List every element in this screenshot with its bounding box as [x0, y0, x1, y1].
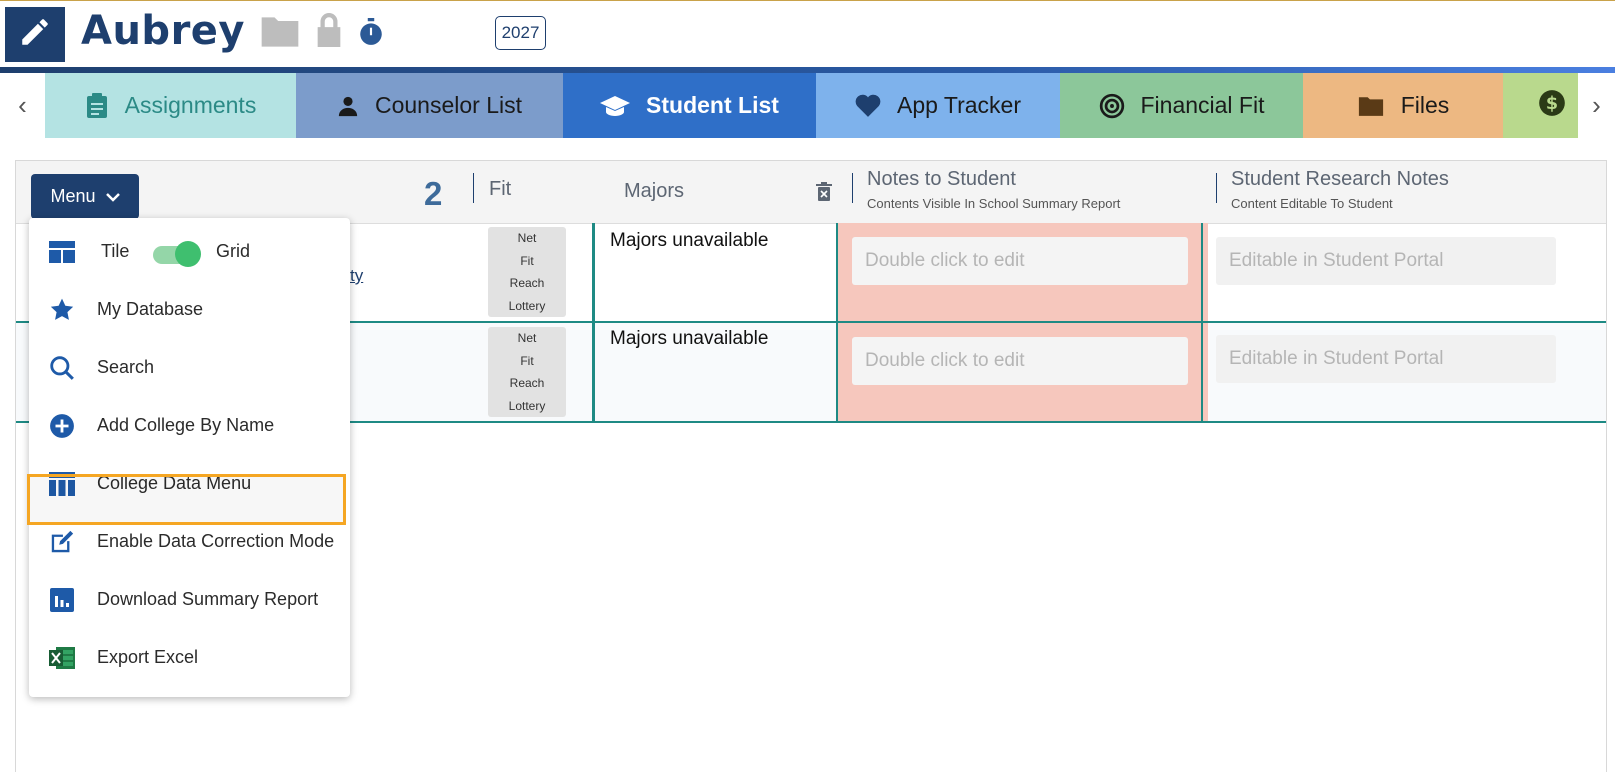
menu-button[interactable]: Menu — [31, 174, 139, 219]
star-icon — [49, 297, 75, 323]
menu-item-add-college-by-name[interactable]: Add College By Name — [29, 401, 350, 451]
majors-column-header: Majors — [624, 180, 685, 202]
graduation-cap-icon — [600, 94, 631, 118]
column-border — [592, 223, 595, 321]
highlight-box — [27, 474, 346, 525]
plus-circle-icon — [49, 413, 75, 439]
fit-option-reach[interactable]: Reach — [488, 372, 566, 395]
svg-text:$: $ — [1546, 93, 1558, 113]
heart-icon — [855, 94, 881, 118]
fit-option-net[interactable]: Net — [488, 327, 566, 350]
column-border — [592, 323, 595, 421]
notes-to-student-input[interactable]: Double click to edit — [852, 237, 1188, 285]
fit-selector: Net Fit Reach Lottery — [488, 327, 566, 417]
grid-label: Grid — [216, 241, 251, 261]
tab-label: Financial Fit — [1140, 92, 1265, 118]
menu-item-label: Export Excel — [97, 647, 199, 667]
tab-app-tracker[interactable]: App Tracker — [816, 73, 1060, 138]
tab-student-list[interactable]: Student List — [563, 73, 816, 138]
column-divider — [473, 173, 474, 203]
menu-item-export-excel[interactable]: Export Excel — [29, 633, 350, 683]
notes-cell: Double click to edit — [838, 323, 1208, 421]
chevron-right-icon: › — [1592, 90, 1601, 120]
grid-header: Menu 2 Fit Majors Notes to Student Conte… — [16, 161, 1606, 224]
notes-to-student-input[interactable]: Double click to edit — [852, 337, 1188, 385]
fit-option-fit[interactable]: Fit — [488, 350, 566, 373]
view-mode-toggle-knob[interactable] — [175, 241, 201, 267]
tab-label: Assignments — [124, 92, 257, 118]
column-divider — [852, 173, 853, 203]
class-year-badge[interactable]: 2027 — [495, 16, 546, 50]
fit-option-fit[interactable]: Fit — [488, 250, 566, 273]
menu-item-my-database[interactable]: My Database — [29, 285, 350, 335]
folder-icon[interactable] — [258, 13, 302, 56]
column-divider — [1216, 173, 1217, 203]
menu-dropdown: Tile Grid My Database Search Add College… — [29, 218, 350, 697]
pencil-icon — [18, 15, 52, 54]
tab-finances[interactable]: $ — [1503, 73, 1578, 138]
college-name-link[interactable]: ty — [350, 266, 363, 286]
tab-files[interactable]: Files — [1303, 73, 1503, 138]
menu-item-label: Search — [97, 357, 155, 377]
tab-bar: ‹ Assignments Counselor List Student Lis… — [0, 73, 1615, 138]
chevron-down-icon — [105, 192, 120, 202]
majors-value: Majors unavailable — [610, 230, 769, 251]
excel-icon — [49, 645, 75, 671]
tab-label: Student List — [646, 92, 779, 118]
research-column-header: Student Research Notes — [1231, 168, 1449, 190]
search-icon — [49, 355, 75, 381]
stopwatch-icon[interactable] — [358, 18, 384, 51]
notes-cell: Double click to edit — [838, 223, 1208, 321]
column-border — [1201, 323, 1203, 421]
menu-item-label: My Database — [97, 299, 204, 319]
tab-assignments[interactable]: Assignments — [45, 73, 296, 138]
clipboard-icon — [85, 92, 109, 119]
fit-column-header: Fit — [489, 178, 512, 200]
menu-item-label: Download Summary Report — [97, 589, 319, 609]
tab-label: Files — [1400, 92, 1450, 118]
student-name: Aubrey — [81, 8, 245, 54]
tab-financial-fit[interactable]: Financial Fit — [1060, 73, 1303, 138]
tab-label: Counselor List — [374, 92, 523, 118]
fit-option-lottery[interactable]: Lottery — [488, 395, 566, 418]
edit-student-button[interactable] — [5, 7, 65, 62]
menu-item-label: Add College By Name — [97, 415, 275, 435]
research-column-subheader: Content Editable To Student — [1231, 196, 1393, 211]
tab-counselor-list[interactable]: Counselor List — [296, 73, 563, 138]
bar-chart-icon — [49, 587, 75, 613]
column-border — [1201, 223, 1203, 321]
student-header: Aubrey 2027 — [0, 1, 1615, 67]
delete-column-icon[interactable] — [816, 182, 832, 207]
fit-option-lottery[interactable]: Lottery — [488, 295, 566, 318]
edit-square-icon — [49, 529, 75, 555]
tab-scroll-right-button[interactable]: › — [1578, 73, 1615, 138]
tile-label: Tile — [101, 241, 130, 261]
menu-button-label: Menu — [50, 186, 96, 206]
majors-value: Majors unavailable — [610, 328, 769, 349]
menu-item-search[interactable]: Search — [29, 343, 350, 393]
tab-scroll-left-button[interactable]: ‹ — [0, 73, 45, 138]
tile-view-icon — [49, 239, 75, 265]
tab-label: App Tracker — [897, 92, 1021, 118]
target-icon — [1099, 93, 1125, 119]
notes-column-header: Notes to Student — [867, 168, 1016, 190]
menu-item-download-summary-report[interactable]: Download Summary Report — [29, 575, 350, 625]
college-count: 2 — [424, 175, 443, 212]
fit-option-reach[interactable]: Reach — [488, 272, 566, 295]
dollar-icon: $ — [1538, 89, 1566, 123]
menu-item-label: Enable Data Correction Mode — [97, 531, 335, 551]
student-research-notes-field: Editable in Student Portal — [1216, 237, 1556, 285]
person-icon — [337, 95, 359, 117]
lock-icon[interactable] — [312, 9, 346, 56]
fit-option-net[interactable]: Net — [488, 227, 566, 250]
folder-icon — [1357, 95, 1385, 117]
student-research-notes-field: Editable in Student Portal — [1216, 335, 1556, 383]
notes-column-subheader: Contents Visible In School Summary Repor… — [867, 196, 1121, 211]
fit-selector: Net Fit Reach Lottery — [488, 227, 566, 317]
chevron-left-icon: ‹ — [18, 90, 27, 120]
